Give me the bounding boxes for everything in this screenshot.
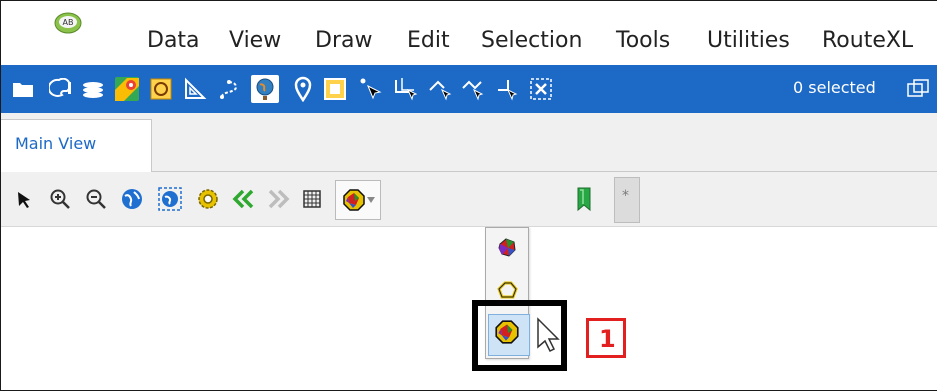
menu-view[interactable]: View <box>229 27 281 55</box>
territory-fill-option[interactable] <box>492 232 522 262</box>
pointer-icon[interactable] <box>9 184 39 214</box>
menu-routexl[interactable]: RouteXL <box>822 27 913 55</box>
node-add-icon[interactable] <box>425 75 453 103</box>
view-tab-strip: Main View <box>1 113 937 172</box>
menu-data[interactable]: Data <box>147 27 200 55</box>
globe-icon[interactable] <box>251 75 279 103</box>
menu-utilities[interactable]: Utilities <box>707 27 790 55</box>
settings-icon[interactable] <box>193 184 223 214</box>
tab-main-view-label: Main View <box>15 134 97 153</box>
step-number-badge: 1 <box>586 318 626 358</box>
menu-bar: AB Data View Draw Edit Selection Tools U… <box>1 1 937 65</box>
territory-style-icon <box>343 189 365 211</box>
select-point-icon[interactable] <box>357 75 385 103</box>
zoom-in-icon[interactable] <box>45 184 75 214</box>
layers-icon[interactable] <box>79 75 107 103</box>
node-move-icon[interactable] <box>459 75 487 103</box>
folder-icon[interactable] <box>9 75 37 103</box>
territory-style-dropdown[interactable] <box>335 180 381 220</box>
mouse-cursor-icon <box>536 317 562 357</box>
route-icon[interactable] <box>215 75 243 103</box>
step-number: 1 <box>599 325 616 353</box>
back-icon[interactable] <box>229 184 259 214</box>
zoom-out-icon[interactable] <box>81 184 111 214</box>
polygon-select-icon[interactable] <box>321 75 349 103</box>
map-toolbar: * <box>1 172 937 227</box>
draw-shape-icon[interactable] <box>147 75 175 103</box>
tab-main-view[interactable]: Main View <box>1 119 152 172</box>
menu-edit[interactable]: Edit <box>407 27 450 55</box>
unsaved-marker: * <box>622 188 629 204</box>
window-icon[interactable] <box>905 75 933 103</box>
map-pin-icon[interactable] <box>289 75 317 103</box>
chevron-down-icon <box>367 197 375 203</box>
globe-view-icon[interactable] <box>117 184 147 214</box>
app-window: AB Data View Draw Edit Selection Tools U… <box>0 0 937 391</box>
ruler-icon[interactable] <box>181 75 209 103</box>
google-maps-icon[interactable] <box>113 75 141 103</box>
deselect-icon[interactable] <box>527 75 555 103</box>
node-delete-icon[interactable] <box>493 75 521 103</box>
menu-tools[interactable]: Tools <box>616 27 670 55</box>
node-edit-icon[interactable] <box>391 75 419 103</box>
territory-fill-icon <box>498 238 516 257</box>
forward-icon[interactable] <box>263 184 293 214</box>
unsaved-tab[interactable]: * <box>614 177 640 223</box>
palette-icon[interactable] <box>47 75 75 103</box>
menu-draw[interactable]: Draw <box>315 27 372 55</box>
main-toolbar: 0 selected <box>1 65 937 113</box>
svg-text:AB: AB <box>63 18 74 27</box>
bookmark-icon[interactable] <box>569 184 599 214</box>
menu-selection[interactable]: Selection <box>481 27 582 55</box>
globe-extent-icon[interactable] <box>155 184 185 214</box>
grid-icon[interactable] <box>297 184 327 214</box>
selection-count: 0 selected <box>793 78 876 97</box>
app-logo-icon[interactable]: AB <box>53 11 83 35</box>
